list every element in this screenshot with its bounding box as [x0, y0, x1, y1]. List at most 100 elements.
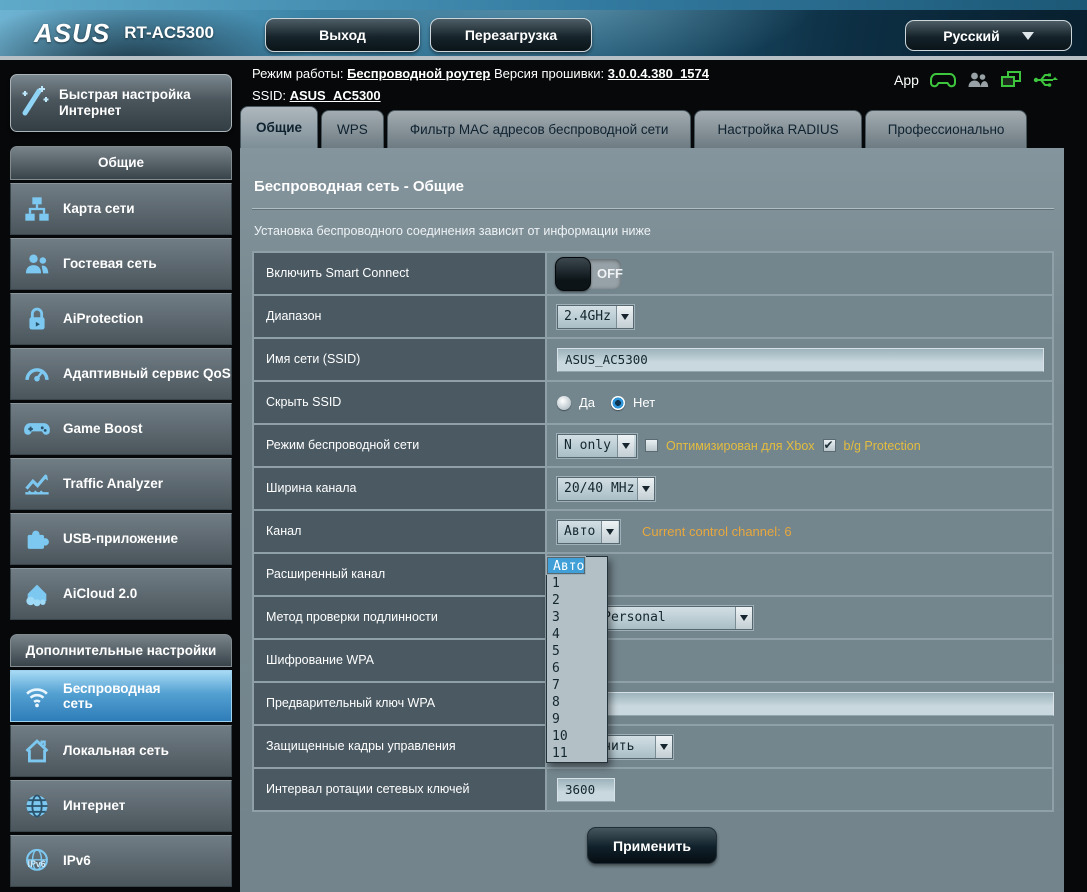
mode-link[interactable]: Беспроводной роутер	[347, 66, 490, 81]
lock-icon	[21, 305, 53, 333]
sidebar-section-advanced: Дополнительные настройки Беспроводная се…	[10, 634, 232, 888]
sidebar-item-usb-application[interactable]: USB-приложение	[10, 513, 232, 565]
sidebar-item-label: USB-приложение	[63, 531, 178, 547]
page-title: Беспроводная сеть - Общие	[254, 178, 1064, 195]
house-icon	[21, 737, 53, 765]
chevron-down-icon	[616, 306, 633, 328]
channel-option[interactable]: 2	[547, 592, 607, 609]
media-server-icon[interactable]	[1000, 70, 1022, 90]
sidebar-item-network-map[interactable]: Карта сети	[10, 183, 232, 235]
row-auth-method: Метод проверки подлинности WPA2-Personal	[254, 597, 1052, 640]
language-select[interactable]: Русский	[905, 20, 1072, 51]
field-label: Предварительный ключ WPA	[254, 683, 547, 724]
channel-option[interactable]: Авто	[547, 557, 585, 574]
quick-setup-label: Быстрая настройка Интернет	[59, 87, 225, 119]
sidebar-item-aiprotection[interactable]: AiProtection	[10, 293, 232, 345]
firmware-label: Версия прошивки:	[494, 66, 604, 81]
tab-wps[interactable]: WPS	[321, 110, 384, 148]
channel-option[interactable]: 10	[547, 728, 607, 745]
tab-general[interactable]: Общие	[240, 106, 318, 148]
smart-connect-toggle[interactable]: OFF	[557, 259, 621, 289]
band-select[interactable]: 2.4GHz	[557, 305, 634, 329]
channel-option[interactable]: 5	[547, 643, 607, 660]
sidebar-item-ipv6[interactable]: IPv6 IPv6	[10, 835, 232, 887]
key-rotation-input[interactable]	[557, 778, 615, 802]
row-key-rotation: Интервал ротации сетевых ключей	[254, 769, 1052, 812]
svg-text:IPv6: IPv6	[28, 859, 46, 869]
sidebar-item-label: IPv6	[63, 853, 91, 869]
language-label: Русский	[943, 28, 1000, 44]
guest-network-icon	[21, 250, 53, 278]
sidebar-item-wireless[interactable]: Беспроводная сеть	[10, 670, 232, 722]
usb-icon[interactable]	[1033, 70, 1059, 90]
row-channel-width: Ширина канала 20/40 MHz	[254, 468, 1052, 511]
sidebar-item-label: Локальная сеть	[63, 743, 169, 759]
sidebar-item-label: Адаптивный сервис QoS	[63, 366, 231, 382]
gamepad-icon[interactable]	[930, 70, 956, 90]
firmware-link[interactable]: 3.0.0.4.380_1574	[608, 66, 709, 81]
xbox-optimized-checkbox[interactable]	[645, 439, 658, 452]
sidebar-item-game-boost[interactable]: Game Boost	[10, 403, 232, 455]
chevron-down-icon	[617, 435, 634, 457]
wireless-mode-select[interactable]: N only	[557, 434, 637, 458]
channel-width-select[interactable]: 20/40 MHz	[557, 477, 655, 501]
field-label: Ширина канала	[254, 468, 547, 509]
ssid-link[interactable]: ASUS_AC5300	[290, 88, 381, 103]
channel-option[interactable]: 4	[547, 626, 607, 643]
channel-option[interactable]: 8	[547, 694, 607, 711]
channel-width-value: 20/40 MHz	[558, 478, 637, 500]
app-label: App	[894, 72, 919, 88]
channel-option[interactable]: 9	[547, 711, 607, 728]
header-bar: ASUS RT-AC5300 Выход Перезагрузка Русски…	[0, 10, 1087, 60]
field-label: Включить Smart Connect	[254, 253, 547, 294]
sidebar-item-label: Карта сети	[63, 201, 135, 217]
game-boost-icon	[21, 415, 53, 443]
field-label: Расширенный канал	[254, 554, 547, 595]
hide-ssid-yes-radio[interactable]	[557, 396, 571, 410]
channel-select[interactable]: Авто	[557, 520, 620, 544]
ssid-input[interactable]	[557, 348, 1044, 372]
chevron-down-icon	[601, 521, 618, 543]
field-label: Метод проверки подлинности	[254, 597, 547, 638]
users-icon[interactable]	[967, 70, 989, 90]
sidebar-item-label: AiProtection	[63, 311, 143, 327]
title-divider	[252, 208, 1054, 209]
field-label: Интервал ротации сетевых ключей	[254, 769, 547, 810]
tab-mac-filter[interactable]: Фильтр MAC адресов беспроводной сети	[387, 110, 692, 148]
ipv6-icon: IPv6	[21, 847, 53, 875]
wireless-mode-value: N only	[558, 435, 617, 457]
asus-logo: ASUS	[34, 18, 110, 49]
channel-option[interactable]: 3	[547, 609, 607, 626]
toggle-state-label: OFF	[597, 266, 623, 281]
logout-button[interactable]: Выход	[265, 18, 420, 52]
sidebar-item-aicloud[interactable]: AiCloud 2.0	[10, 568, 232, 620]
quick-setup-button[interactable]: Быстрая настройка Интернет	[10, 74, 232, 132]
reboot-button[interactable]: Перезагрузка	[430, 18, 592, 52]
bg-protection-checkbox[interactable]	[823, 439, 836, 452]
wpa-key-input[interactable]	[557, 692, 1054, 716]
hide-ssid-no-radio[interactable]	[611, 396, 625, 410]
tab-professional[interactable]: Профессионально	[865, 110, 1028, 148]
chevron-down-icon	[637, 478, 654, 500]
sidebar-item-guest-network[interactable]: Гостевая сеть	[10, 238, 232, 290]
channel-option[interactable]: 7	[547, 677, 607, 694]
app-icon-bar: App	[894, 70, 1059, 90]
apply-button[interactable]: Применить	[587, 827, 717, 864]
magic-wand-icon	[17, 83, 51, 123]
row-wireless-mode: Режим беспроводной сети N only Оптимизир…	[254, 425, 1052, 468]
channel-option[interactable]: 6	[547, 660, 607, 677]
sidebar-item-internet[interactable]: Интернет	[10, 780, 232, 832]
channel-option[interactable]: 1	[547, 575, 607, 592]
chevron-down-icon	[1022, 32, 1034, 40]
field-label: Диапазон	[254, 296, 547, 337]
sidebar-item-qos[interactable]: Адаптивный сервис QoS	[10, 348, 232, 400]
content-panel: Беспроводная сеть - Общие Установка бесп…	[240, 148, 1064, 892]
row-channel: Канал Авто Current control channel: 6	[254, 511, 1052, 554]
tab-radius[interactable]: Настройка RADIUS	[694, 110, 861, 148]
current-channel-note: Current control channel: 6	[642, 524, 792, 539]
sidebar-item-lan[interactable]: Локальная сеть	[10, 725, 232, 777]
sidebar-item-traffic-analyzer[interactable]: Traffic Analyzer	[10, 458, 232, 510]
channel-option[interactable]: 11	[547, 745, 607, 762]
field-label: Режим беспроводной сети	[254, 425, 547, 466]
ssid-label: SSID:	[252, 88, 286, 103]
